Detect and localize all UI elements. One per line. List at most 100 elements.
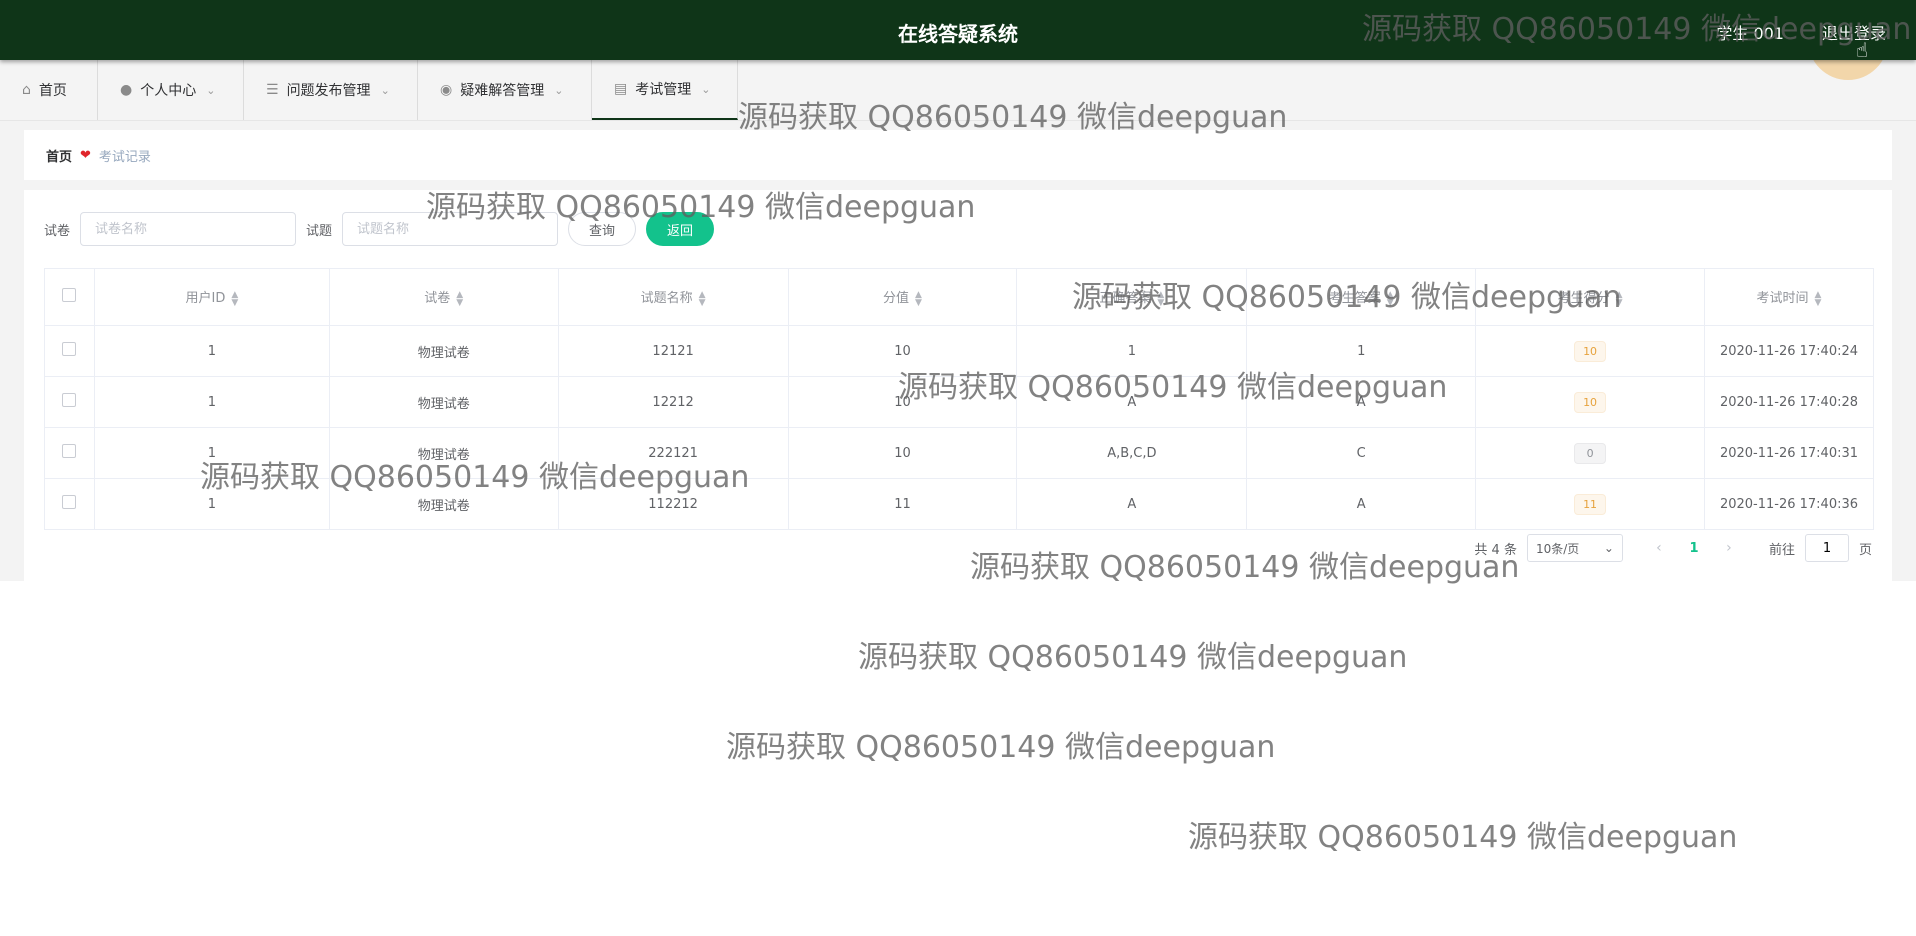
- breadcrumb-home[interactable]: 首页: [46, 146, 72, 165]
- heart-icon: ❤: [80, 147, 91, 163]
- row-checkbox[interactable]: [62, 495, 77, 509]
- user-icon: ●: [120, 82, 133, 98]
- column-header[interactable]: 试卷 ▲ ▼: [328, 268, 559, 326]
- score-cell: 10: [1475, 325, 1705, 377]
- column-header-label: 考生得分: [1557, 291, 1610, 307]
- row-checkbox[interactable]: [62, 393, 77, 407]
- question-name-input[interactable]: [342, 212, 559, 246]
- watermark-text: 源码获取 QQ86050149 微信deepguan: [726, 730, 1276, 765]
- search-bar: 试卷 试题 查询 返回: [44, 210, 724, 248]
- score-cell: 0: [1475, 427, 1705, 479]
- column-header[interactable]: 考生得分 ▲ ▼: [1475, 268, 1705, 326]
- total-count: 共 4 条: [1474, 542, 1517, 558]
- table-cell: C: [1246, 427, 1477, 479]
- select-all-cell[interactable]: [44, 268, 95, 326]
- goto-page-input[interactable]: [1804, 534, 1849, 562]
- column-header[interactable]: 正确答案 ▲ ▼: [1016, 268, 1248, 326]
- nav-exam-manage[interactable]: ▤ 考试管理 ⌄: [592, 60, 738, 120]
- next-page-icon[interactable]: ›: [1717, 540, 1741, 556]
- table-cell: 12121: [557, 325, 789, 377]
- column-header[interactable]: 试题名称 ▲ ▼: [557, 268, 789, 326]
- row-select-cell[interactable]: [44, 376, 95, 428]
- top-nav: ⌂ 首页 ● 个人中心 ⌄ ☰ 问题发布管理 ⌄ ◉ 疑难解答管理 ⌄ ▤ 考试…: [0, 60, 1916, 121]
- score-badge: 11: [1574, 493, 1607, 515]
- sort-icon[interactable]: ▲ ▼: [1616, 290, 1623, 307]
- nav-answer-manage[interactable]: ◉ 疑难解答管理 ⌄: [418, 60, 592, 120]
- table-cell: 10: [787, 427, 1018, 479]
- paper-name-input[interactable]: [80, 212, 297, 246]
- column-header[interactable]: 用户ID ▲ ▼: [93, 268, 330, 326]
- column-header-label: 试卷: [424, 291, 451, 307]
- app-title: 在线答疑系统: [898, 22, 1018, 46]
- table-cell: 物理试卷: [328, 427, 559, 479]
- table-row: 1 物理试卷 222121 10 A,B,C,D C 0 2020-11-26 …: [44, 427, 1874, 479]
- table-cell: A: [1246, 478, 1477, 530]
- column-header[interactable]: 考试时间 ▲ ▼: [1704, 268, 1874, 326]
- column-header[interactable]: 分值 ▲ ▼: [787, 268, 1018, 326]
- breadcrumb-current: 考试记录: [98, 149, 151, 165]
- current-user: 学生 001: [1716, 24, 1784, 43]
- nav-home[interactable]: ⌂ 首页: [0, 60, 98, 120]
- table-cell: 10: [787, 376, 1018, 428]
- table-cell: 2020-11-26 17:40:36: [1704, 478, 1874, 530]
- table-cell: 1: [93, 325, 330, 377]
- table-cell: 物理试卷: [328, 376, 559, 428]
- logout-button[interactable]: 退出登录: [1822, 20, 1886, 44]
- page-size-select[interactable]: 10条/页 ⌄: [1526, 534, 1623, 562]
- nav-question-label: 问题发布管理: [286, 83, 371, 99]
- sort-icon[interactable]: ▲ ▼: [456, 290, 463, 307]
- column-header-label: 分值: [883, 291, 910, 307]
- column-header-label: 考生答案: [1328, 291, 1381, 307]
- column-header-label: 正确答案: [1099, 291, 1152, 307]
- hand-cursor-icon: ☝: [1855, 38, 1868, 62]
- watermark-text: 源码获取 QQ86050149 微信deepguan: [1188, 820, 1738, 855]
- table-cell: 11: [787, 478, 1018, 530]
- page-number-current[interactable]: 1: [1681, 541, 1707, 556]
- table-cell: 1: [1016, 325, 1248, 377]
- nav-exam-label: 考试管理: [635, 82, 692, 98]
- table-row: 1 物理试卷 12121 10 1 1 10 2020-11-26 17:40:…: [44, 325, 1874, 377]
- paper-label: 试卷: [44, 223, 71, 239]
- goto-label: 前往: [1768, 542, 1795, 558]
- row-checkbox[interactable]: [62, 342, 77, 356]
- list-icon: ☰: [266, 82, 279, 98]
- table-cell: 112212: [557, 478, 789, 530]
- question-label: 试题: [306, 223, 333, 239]
- home-icon: ⌂: [22, 82, 31, 98]
- nav-question-publish[interactable]: ☰ 问题发布管理 ⌄: [244, 60, 418, 120]
- prev-page-icon[interactable]: ‹: [1647, 540, 1671, 556]
- column-header-label: 考试时间: [1756, 291, 1809, 307]
- sort-icon[interactable]: ▲ ▼: [1157, 290, 1164, 307]
- back-button[interactable]: 返回: [646, 212, 715, 246]
- score-badge: 10: [1574, 391, 1607, 413]
- sort-icon[interactable]: ▲ ▼: [915, 290, 922, 307]
- table-cell: 10: [787, 325, 1018, 377]
- row-select-cell[interactable]: [44, 427, 95, 479]
- sort-icon[interactable]: ▲ ▼: [1387, 290, 1394, 307]
- nav-personal-center[interactable]: ● 个人中心 ⌄: [98, 60, 244, 120]
- query-button[interactable]: 查询: [568, 212, 637, 246]
- chevron-down-icon: ⌄: [554, 83, 564, 97]
- watermark-text: 源码获取 QQ86050149 微信deepguan: [858, 640, 1408, 675]
- row-select-cell[interactable]: [44, 478, 95, 530]
- select-all-checkbox[interactable]: [62, 288, 77, 302]
- table-cell: A: [1016, 478, 1248, 530]
- table-cell: A,B,C,D: [1016, 427, 1248, 479]
- pagination: 共 4 条 10条/页 ⌄ ‹ 1 › 前往 页: [1474, 534, 1872, 562]
- table-cell: 12212: [557, 376, 789, 428]
- table-cell: 1: [93, 376, 330, 428]
- breadcrumb: 首页 ❤ 考试记录: [24, 130, 1892, 180]
- column-header-label: 用户ID: [185, 291, 226, 307]
- row-checkbox[interactable]: [62, 444, 77, 458]
- column-header[interactable]: 考生答案 ▲ ▼: [1246, 268, 1477, 326]
- table-header-row: 用户ID ▲ ▼ 试卷 ▲ ▼ 试题名称 ▲ ▼ 分值 ▲ ▼ 正确答案 ▲ ▼ 考生答案 ▲ ▼ 考生…: [44, 268, 1874, 326]
- column-header-label: 试题名称: [640, 291, 693, 307]
- table-cell: 2020-11-26 17:40:31: [1704, 427, 1874, 479]
- sort-icon[interactable]: ▲ ▼: [231, 290, 238, 307]
- table-cell: A: [1016, 376, 1248, 428]
- sort-icon[interactable]: ▲ ▼: [699, 290, 706, 307]
- sort-icon[interactable]: ▲ ▼: [1815, 290, 1822, 307]
- row-select-cell[interactable]: [44, 325, 95, 377]
- top-header: 在线答疑系统 学生 001 退出登录: [0, 0, 1916, 60]
- table-row: 1 物理试卷 112212 11 A A 11 2020-11-26 17:40…: [44, 478, 1874, 530]
